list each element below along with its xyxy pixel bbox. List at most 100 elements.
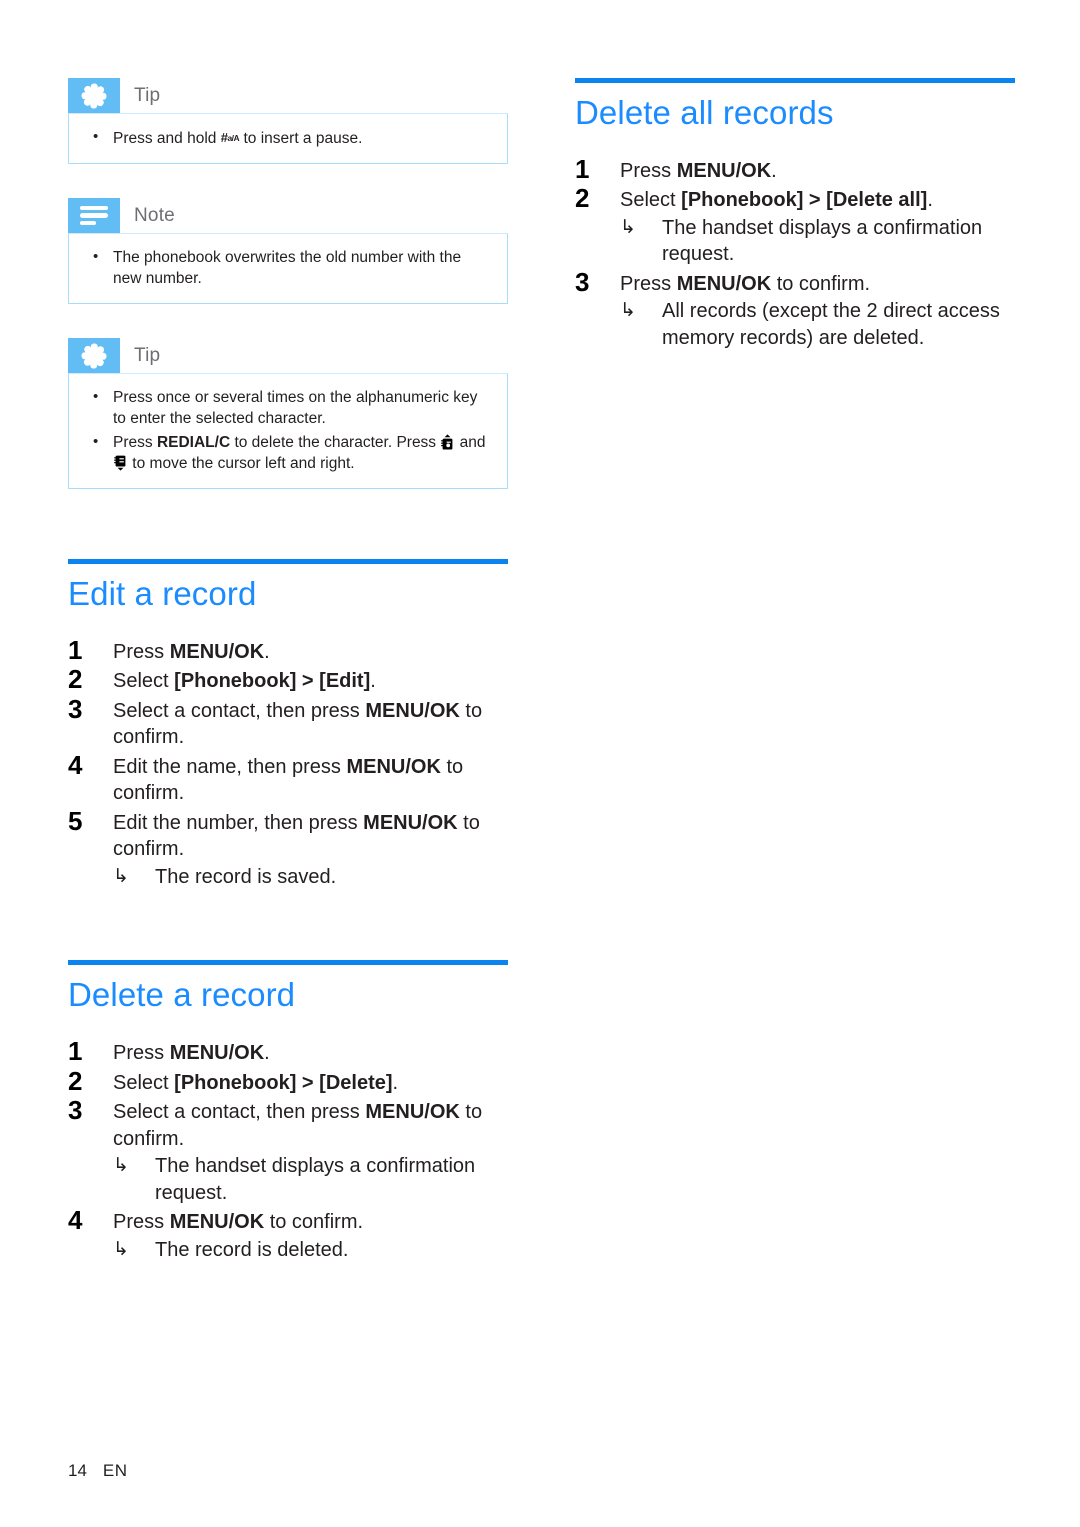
step-item: 2 Select [Phonebook] > [Delete all]. ↳ The… [575,183,1015,268]
step-emphasis: MENU/OK [169,640,265,663]
step-item: 1 Press MENU/OK. [575,154,1015,185]
step-result: ↳ The handset displays a confirmation req… [113,1153,508,1206]
callout-title: Tip [134,84,161,106]
callout-tip-1: Tip Press and hold #a/A to insert a paus… [68,78,508,164]
list-item: Press and hold #a/A to insert a pause. [85,126,491,149]
page-language: EN [102,1461,128,1480]
list-item: The phonebook overwrites the old number … [85,246,491,289]
step-text: to confirm. [264,1211,364,1234]
steps-list-edit: 1 Press MENU/OK. 2 Select [Phonebook] > [E… [68,634,508,891]
page-footer: 14 EN [68,1461,128,1481]
text-fragment: to delete the character. Press [230,434,441,451]
section-delete-a-record: Delete a record 1 Press MENU/OK. 2 Select … [68,960,508,1263]
step-text: Select [113,1071,175,1094]
callout-list: The phonebook overwrites the old number … [85,246,491,289]
step-text: . [392,1071,399,1094]
step-text: Select a contact, then press [113,1101,366,1124]
step-emphasis: MENU/OK [676,159,772,182]
step-text: Select [620,189,682,212]
result-text: The handset displays a confirmation requ… [155,1155,476,1204]
step-number: 5 [68,805,83,836]
right-column: Delete all records 1 Press MENU/OK. 2 Sele… [575,78,1015,354]
step-emphasis: MENU/OK [365,1101,460,1124]
step-number: 3 [575,266,590,297]
asterisk-glyph [81,343,107,369]
phonebook-down-icon [114,455,127,471]
asterisk-icon [68,338,120,373]
step-text: Press [113,640,170,663]
section-rule [68,960,508,966]
tip-text-prefix: Press and hold [113,130,221,147]
steps-list-delete: 1 Press MENU/OK. 2 Select [Phonebook] > [D… [68,1036,508,1264]
step-text: . [264,1042,270,1065]
callout-list: Press once or several times on the alpha… [85,386,491,474]
list-item: Press once or several times on the alpha… [85,386,491,429]
step-item: 3 Select a contact, then press MENU/OK to… [68,693,508,751]
step-text: Press [113,1042,170,1065]
callout-title: Tip [134,344,161,366]
step-text: . [370,670,376,693]
step-item: 2 Select [Phonebook] > [Delete]. [68,1066,508,1097]
callout-header: Note [68,198,508,233]
step-result: ↳ All records (except the 2 direct access… [620,298,1015,351]
step-text: Press [620,159,677,182]
step-item: 3 Press MENU/OK to confirm. ↳ All records … [575,266,1015,352]
step-result: ↳ The record is deleted. [113,1237,508,1264]
result-arrow-icon: ↳ [113,865,129,887]
step-text: Edit the name, then press [113,755,347,778]
step-text: . [771,159,777,182]
step-number: 4 [68,749,83,780]
step-number: 3 [68,1095,83,1126]
step-emphasis: MENU/OK [676,272,772,295]
step-item: 5 Edit the number, then press MENU/OK to … [68,805,508,891]
lines-glyph [80,205,108,226]
result-text: The handset displays a confirmation requ… [662,216,983,266]
result-arrow-icon: ↳ [620,216,636,238]
result-text: All records (except the 2 direct access … [662,300,1000,349]
step-text: Press [113,1211,170,1234]
step-emphasis: MENU/OK [169,1211,265,1234]
step-result: ↳ The record is saved. [113,864,508,891]
step-text: . [927,189,933,212]
step-emphasis: [Phonebook] > [Edit] [174,670,371,693]
page-number: 14 [68,1461,87,1480]
lines-icon [68,198,120,233]
step-emphasis: [Phonebook] > [Delete all] [681,189,928,212]
step-text: Press [620,272,677,295]
callout-body: Press once or several times on the alpha… [68,373,508,489]
manual-page: Tip Press and hold #a/A to insert a paus… [0,0,1080,1527]
callout-list: Press and hold #a/A to insert a pause. [85,126,491,149]
callout-body: Press and hold #a/A to insert a pause. [68,113,508,164]
section-rule [68,559,508,564]
section-edit-a-record: Edit a record 1 Press MENU/OK. 2 Select [P… [68,559,508,890]
step-number: 2 [575,183,590,214]
result-text: The record is saved. [155,865,337,888]
text-fragment: and [455,434,486,451]
page-title-delete-a-record: Delete a record [68,976,296,1014]
callout-header: Tip [68,338,508,373]
section-rule [575,78,1015,83]
step-item: 1 Press MENU/OK. [68,634,508,666]
result-arrow-icon: ↳ [113,1155,129,1177]
result-arrow-icon: ↳ [620,300,636,322]
section-delete-all-records: Delete all records 1 Press MENU/OK. 2 Sele… [575,78,1015,351]
page-title-delete-all-records: Delete all records [575,94,834,131]
step-number: 1 [68,1036,83,1067]
step-number: 1 [68,634,83,665]
step-item: 2 Select [Phonebook] > [Edit]. [68,665,508,695]
step-item: 4 Press MENU/OK to confirm. ↳ The record i… [68,1205,508,1264]
step-emphasis: MENU/OK [363,811,458,834]
step-text: Select a contact, then press [113,699,366,722]
step-result: ↳ The handset displays a confirmation req… [620,215,1015,268]
step-text: Select [113,670,175,693]
callout-tip-2: Tip Press once or several times on the a… [68,338,508,489]
step-number: 4 [68,1205,83,1236]
hash-key-icon: #a/A [220,130,240,145]
asterisk-icon [68,78,120,113]
step-item: 3 Select a contact, then press MENU/OK to… [68,1095,508,1206]
page-title-edit-a-record: Edit a record [68,575,257,612]
step-emphasis: [Phonebook] > [Delete] [174,1071,393,1094]
step-number: 3 [68,693,83,724]
step-item: 1 Press MENU/OK. [68,1036,508,1067]
callout-body: The phonebook overwrites the old number … [68,233,508,304]
